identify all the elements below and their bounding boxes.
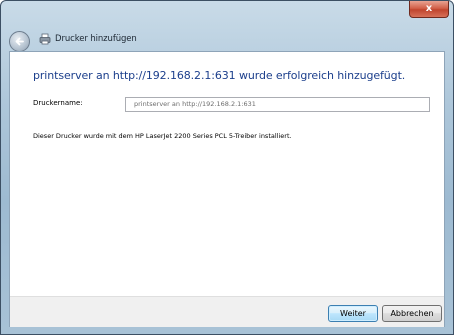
close-button[interactable]: x — [409, 1, 449, 18]
add-printer-window: Drucker hinzufügen x printserver an http… — [0, 0, 454, 335]
window-title: Drucker hinzufügen — [55, 34, 137, 44]
title-bar: Drucker hinzufügen x — [1, 1, 453, 52]
wizard-content: printserver an http://192.168.2.1:631 wu… — [9, 51, 445, 327]
printer-name-label: Druckername: — [33, 99, 83, 107]
printer-icon — [39, 33, 51, 45]
next-button[interactable]: Weiter — [328, 305, 378, 322]
close-icon: x — [425, 3, 433, 14]
cancel-button[interactable]: Abbrechen — [382, 305, 442, 322]
back-button[interactable] — [9, 31, 30, 52]
driver-info-text: Dieser Drucker wurde mit dem HP LaserJet… — [33, 132, 292, 140]
printer-name-field[interactable]: printserver an http://192.168.2.1:631 — [125, 97, 430, 112]
page-heading: printserver an http://192.168.2.1:631 wu… — [33, 69, 406, 82]
button-bar: Weiter Abbrechen — [10, 296, 444, 327]
back-arrow-icon — [15, 37, 24, 46]
